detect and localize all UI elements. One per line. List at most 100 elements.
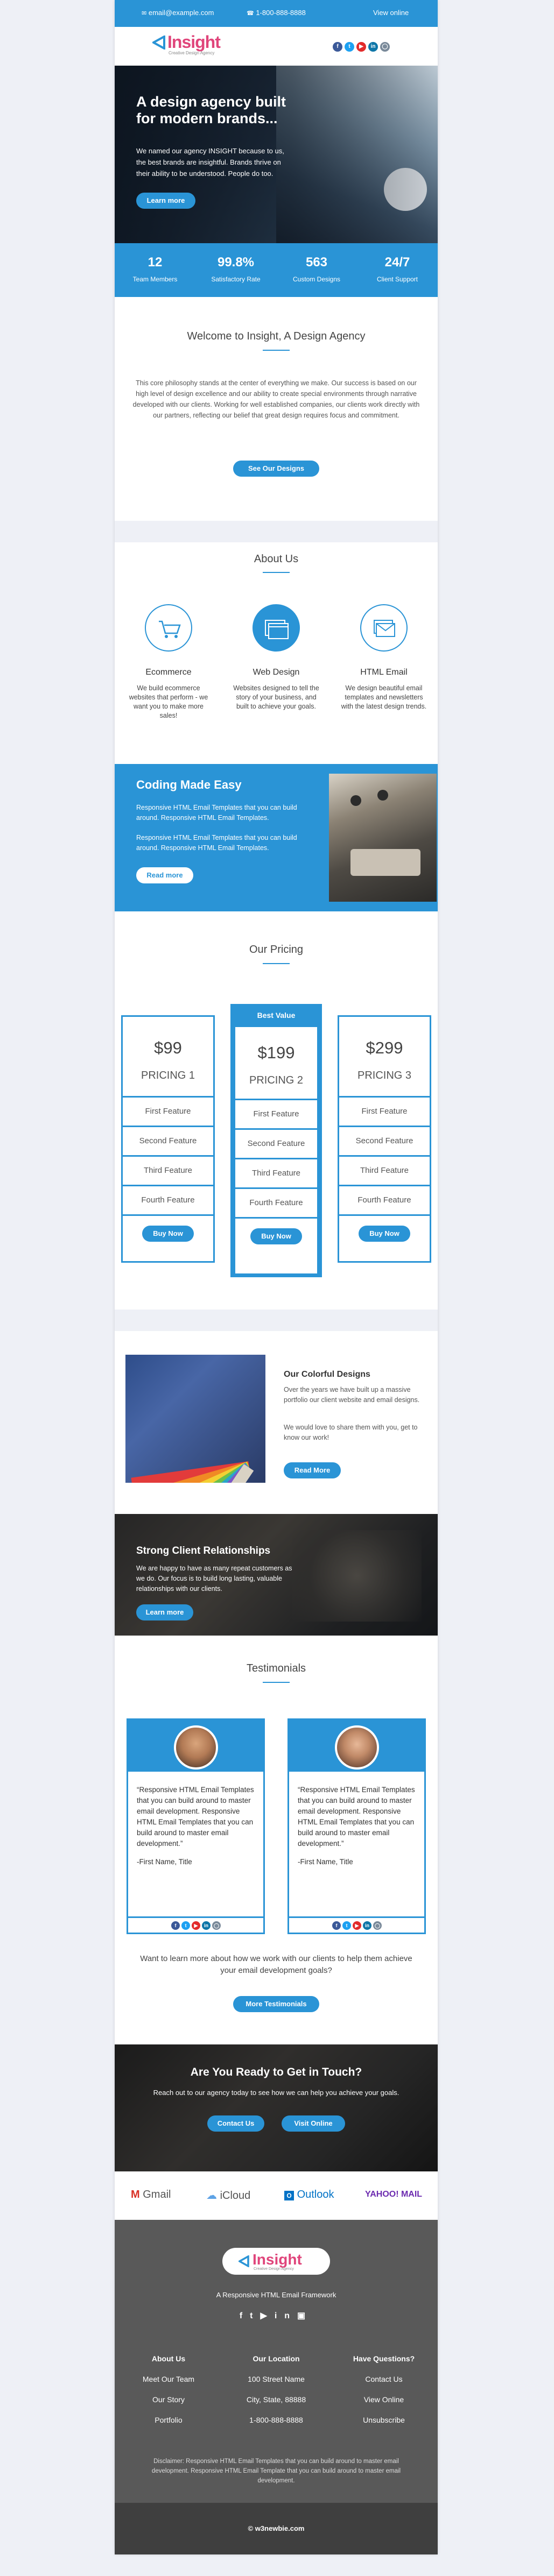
phone-icon: ☎: [247, 10, 254, 17]
feature-row: Fourth Feature: [235, 1187, 317, 1217]
outlook-logo: O Outlook: [284, 2189, 334, 2201]
linkedin-icon[interactable]: in: [363, 1921, 371, 1930]
envelope-icon: ✉: [142, 10, 147, 17]
testimonial-card-1: “Responsive HTML Email Templates that yo…: [127, 1718, 265, 1934]
email-stack-icon: [360, 604, 408, 652]
hero-banner: A design agency built for modern brands.…: [115, 66, 438, 243]
twitter-icon[interactable]: t: [250, 2311, 260, 2320]
social-icons-bar: f t ▶ in ◯: [289, 1916, 424, 1933]
divider: [263, 1682, 290, 1683]
youtube-icon[interactable]: ▶: [353, 1921, 361, 1930]
footer-column-title: Have Questions?: [353, 2354, 415, 2363]
footer-link[interactable]: Unsubscribe: [335, 2416, 432, 2424]
avatar: [174, 1725, 218, 1770]
copyright-bar: © w3newbie.com: [115, 2503, 438, 2554]
twitter-icon[interactable]: t: [181, 1921, 190, 1930]
testimonial-quote: “Responsive HTML Email Templates that yo…: [137, 1786, 254, 1848]
facebook-icon[interactable]: f: [171, 1921, 180, 1930]
icloud-logo: ☁ iCloud: [206, 2190, 251, 2202]
linkedin-icon[interactable]: in: [275, 2311, 297, 2320]
footer-link[interactable]: View Online: [335, 2395, 432, 2404]
designs-title: Our Colorful Designs: [284, 1370, 370, 1379]
linkedin-icon[interactable]: in: [368, 42, 378, 52]
price: $99: [154, 1038, 182, 1057]
twitter-icon[interactable]: t: [345, 42, 354, 52]
footer-tagline: A Responsive HTML Email Framework: [216, 2291, 336, 2299]
footer-disclaimer: Disclaimer: Responsive HTML Email Templa…: [151, 2458, 401, 2484]
section-gap: [115, 521, 438, 542]
instagram-icon[interactable]: ◯: [373, 1921, 382, 1930]
welcome-title: Welcome to Insight, A Design Agency: [187, 330, 366, 342]
view-online-link[interactable]: View online: [373, 9, 409, 17]
youtube-icon[interactable]: ▶: [261, 2311, 275, 2320]
browser-windows-icon: [253, 604, 300, 652]
email-link[interactable]: ✉ email@example.com: [142, 9, 214, 17]
testimonials-section: Testimonials “Responsive HTML Email Temp…: [115, 1636, 438, 2044]
feature-row: Fourth Feature: [123, 1185, 213, 1214]
footer-links-column: About Us Meet Our Team Our Story Portfol…: [120, 2354, 217, 2436]
linkedin-icon[interactable]: in: [202, 1921, 211, 1930]
designs-read-more-button[interactable]: Read More: [284, 1462, 341, 1478]
section-gap: [115, 1310, 438, 1331]
more-testimonials-button[interactable]: More Testimonials: [233, 1996, 319, 2012]
about-section: About Us Ecommerce We build ecommerce we…: [115, 542, 438, 764]
divider: [263, 350, 290, 351]
footer-link[interactable]: Contact Us: [335, 2375, 432, 2383]
footer-link[interactable]: Our Story: [120, 2395, 217, 2404]
welcome-text: This core philosophy stands at the cente…: [132, 379, 420, 419]
instagram-icon[interactable]: ◯: [212, 1921, 221, 1930]
client-title: Strong Client Relationships: [136, 1545, 271, 1556]
facebook-icon[interactable]: f: [332, 1921, 341, 1930]
top-bar: ✉ email@example.com ☎ 1-800-888-8888 Vie…: [115, 0, 438, 27]
testimonial-author: -First Name, Title: [298, 1858, 353, 1866]
pricing-section: Our Pricing $99 PRICING 1 First Feature …: [115, 911, 438, 1310]
service-ecommerce: Ecommerce We build ecommerce websites th…: [125, 604, 212, 720]
feature-row: Third Feature: [339, 1155, 430, 1185]
facebook-icon[interactable]: f: [333, 42, 342, 52]
coding-read-more-button[interactable]: Read more: [136, 867, 193, 883]
stats-bar: 12 Team Members 99.8% Satisfactory Rate 56…: [115, 243, 438, 297]
gmail-logo: M Gmail: [131, 2189, 171, 2200]
footer-link[interactable]: Meet Our Team: [120, 2375, 217, 2383]
footer-logo[interactable]: Insight Creative Design Agency: [222, 2248, 330, 2275]
buy-now-button[interactable]: Buy Now: [250, 1228, 302, 1244]
visit-online-button[interactable]: Visit Online: [282, 2115, 345, 2132]
address-line: City, State, 88888: [246, 2395, 306, 2404]
phone-link[interactable]: ☎ 1-800-888-8888: [247, 9, 306, 17]
youtube-icon[interactable]: ▶: [356, 42, 366, 52]
plan-name: PRICING 2: [249, 1074, 304, 1086]
feature-row: Third Feature: [123, 1155, 213, 1185]
stat-item: 24/7 Client Support: [376, 255, 418, 283]
buy-now-button[interactable]: Buy Now: [142, 1226, 194, 1242]
see-our-designs-button[interactable]: See Our Designs: [233, 461, 319, 477]
pricing-card-3: $299 PRICING 3 First Feature Second Feat…: [338, 1015, 431, 1263]
feature-row: First Feature: [123, 1096, 213, 1126]
facebook-icon[interactable]: f: [240, 2311, 250, 2320]
hero-text: We named our agency INSIGHT because to u…: [136, 147, 284, 178]
phone-number[interactable]: 1-800-888-8888: [228, 2416, 325, 2424]
stat-item: 563 Custom Designs: [292, 255, 341, 283]
stat-item: 99.8% Satisfactory Rate: [211, 255, 261, 283]
footer-social-icons: ft▶in▣: [115, 2310, 438, 2321]
coding-text-1: Responsive HTML Email Templates that you…: [136, 804, 297, 822]
email-container: ✉ email@example.com ☎ 1-800-888-8888 Vie…: [115, 0, 438, 2554]
instagram-icon[interactable]: ◯: [380, 42, 390, 52]
footer-link[interactable]: About Us: [120, 2354, 217, 2363]
logo[interactable]: Insight Creative Design Agency: [152, 32, 239, 56]
coding-title: Coding Made Easy: [136, 778, 242, 791]
service-web-design: Web Design Websites designed to tell the…: [233, 604, 319, 711]
designs-section: Our Colorful Designs Over the years we h…: [115, 1331, 438, 1514]
instagram-icon[interactable]: ▣: [297, 2311, 313, 2320]
footer-link[interactable]: Portfolio: [120, 2416, 217, 2424]
pricing-card-2: Best Value $199 PRICING 2 First Feature …: [230, 1004, 322, 1277]
twitter-icon[interactable]: t: [342, 1921, 351, 1930]
header: Insight Creative Design Agency f t ▶ in …: [115, 27, 438, 66]
hero-learn-more-button[interactable]: Learn more: [136, 193, 195, 209]
youtube-icon[interactable]: ▶: [192, 1921, 200, 1930]
logo-arrow-icon: [239, 2255, 249, 2267]
email-clients-bar: M Gmail ☁ iCloud O Outlook YAHOO! MAIL: [115, 2171, 438, 2220]
client-learn-more-button[interactable]: Learn more: [136, 1604, 193, 1620]
contact-us-button[interactable]: Contact Us: [207, 2115, 264, 2132]
testimonial-quote: “Responsive HTML Email Templates that yo…: [298, 1786, 415, 1848]
buy-now-button[interactable]: Buy Now: [359, 1226, 410, 1242]
